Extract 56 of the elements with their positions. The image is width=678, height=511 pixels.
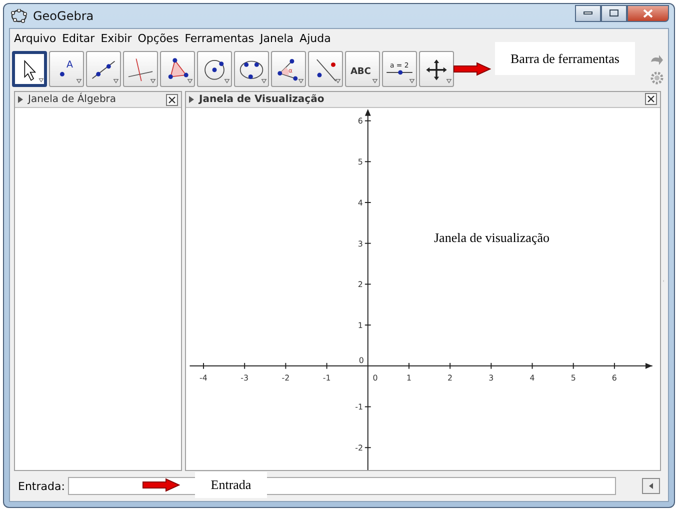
input-label: Entrada: bbox=[18, 480, 65, 492]
tick-label: 4 bbox=[358, 198, 363, 208]
tick-label: -1 bbox=[322, 373, 331, 382]
tick-label: 2 bbox=[448, 373, 453, 382]
tool-button[interactable] bbox=[197, 51, 232, 87]
annotation-text: Janela de visualização bbox=[434, 230, 550, 246]
tool-button[interactable] bbox=[234, 51, 269, 87]
menu-item[interactable]: Ajuda bbox=[298, 32, 335, 44]
triangle-left-icon bbox=[647, 482, 655, 490]
tick-label: 5 bbox=[570, 373, 576, 382]
window-title: GeoGebra bbox=[33, 9, 94, 23]
tick-label: 1 bbox=[406, 373, 412, 382]
tick-label: 6 bbox=[358, 116, 363, 126]
maximize-button[interactable] bbox=[601, 4, 627, 22]
minimize-icon bbox=[583, 11, 593, 15]
close-icon bbox=[643, 8, 653, 18]
panel-title: Janela de Álgebra bbox=[28, 94, 116, 105]
maximize-icon bbox=[609, 9, 619, 17]
menu-item[interactable]: Ferramentas bbox=[182, 32, 258, 44]
menu-item[interactable]: Exibir bbox=[98, 32, 136, 44]
close-button[interactable] bbox=[627, 4, 669, 22]
tool-button[interactable] bbox=[12, 51, 47, 87]
app-logo-icon bbox=[11, 9, 27, 23]
arrow-icon bbox=[453, 62, 491, 76]
arrow-icon bbox=[142, 478, 180, 492]
tool-button[interactable] bbox=[308, 51, 343, 87]
expand-icon[interactable] bbox=[18, 96, 23, 103]
tick-label: 1 bbox=[358, 320, 363, 330]
symbol-button[interactable] bbox=[642, 478, 660, 494]
tick-label: -4 bbox=[200, 373, 208, 382]
tick-label: -2 bbox=[355, 443, 363, 452]
tick-label: -3 bbox=[240, 373, 248, 382]
tool-button[interactable] bbox=[160, 51, 195, 87]
tick-label: 2 bbox=[358, 280, 363, 289]
tick-label: 4 bbox=[530, 373, 535, 382]
tool-button[interactable] bbox=[419, 51, 454, 87]
menu-item[interactable]: Opções bbox=[136, 32, 183, 44]
tick-label: 3 bbox=[358, 239, 363, 248]
tick-label: 5 bbox=[358, 157, 363, 166]
tick-label: 6 bbox=[612, 373, 617, 382]
tool-button[interactable] bbox=[86, 51, 121, 87]
close-icon[interactable] bbox=[166, 94, 178, 106]
tick-label: -2 bbox=[282, 373, 290, 382]
close-icon[interactable] bbox=[645, 93, 657, 106]
callout-label: Entrada bbox=[195, 472, 267, 498]
callout-label: Barra de ferramentas bbox=[495, 42, 635, 75]
menu-item[interactable]: Janela bbox=[258, 32, 298, 44]
panel-title: Janela de Visualização bbox=[199, 94, 324, 105]
expand-icon[interactable] bbox=[189, 96, 194, 103]
tick-label: 0 bbox=[358, 356, 364, 365]
tick-label: 3 bbox=[488, 373, 494, 382]
menu-item[interactable]: Editar bbox=[60, 32, 99, 44]
minimize-button[interactable] bbox=[575, 4, 601, 22]
tick-label: -1 bbox=[355, 402, 363, 412]
tick-label: 0 bbox=[372, 373, 378, 382]
menu-item[interactable]: Arquivo bbox=[12, 32, 60, 44]
